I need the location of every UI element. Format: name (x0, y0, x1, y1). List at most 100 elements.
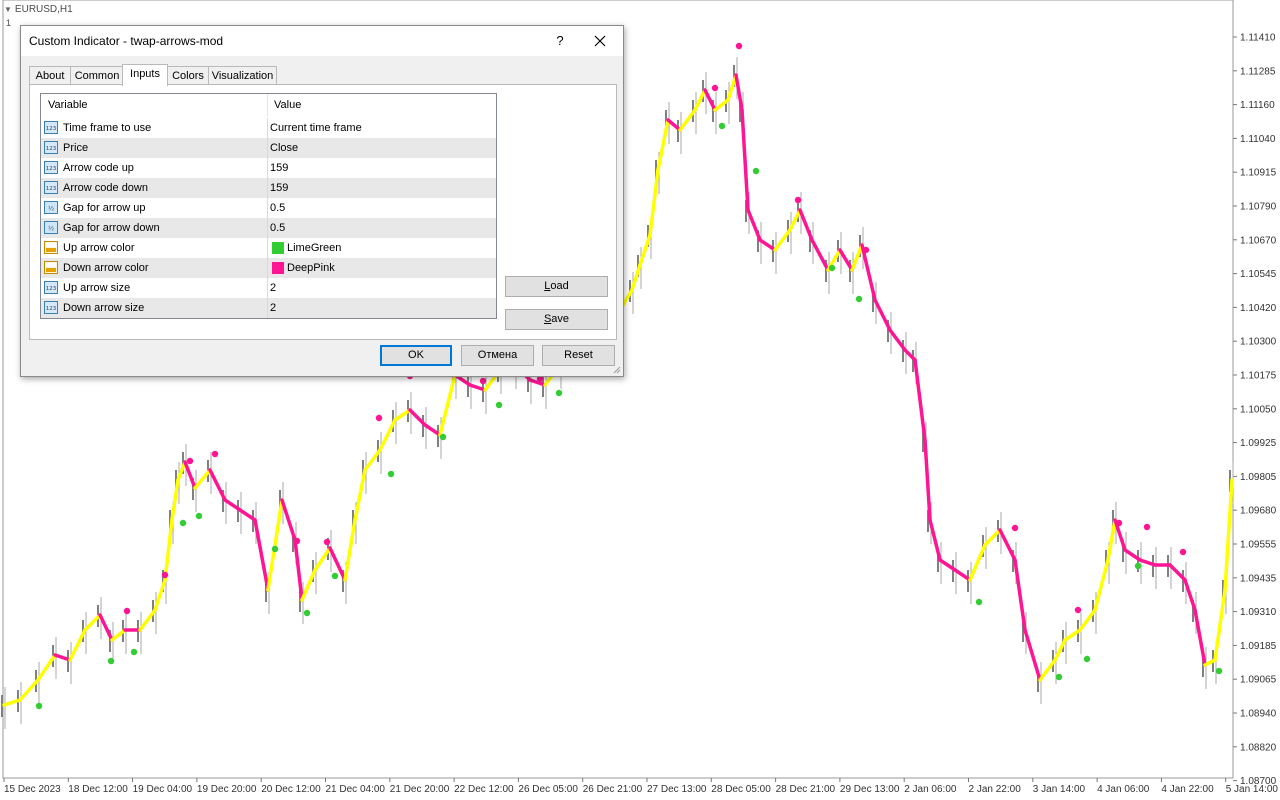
arrow-down-dot (862, 246, 870, 254)
reset-button[interactable]: Reset (542, 345, 615, 366)
price-tick-label: 1.09065 (1240, 675, 1277, 686)
table-row[interactable]: 123 Up arrow size 2 (41, 278, 496, 298)
price-tick-label: 1.10050 (1240, 404, 1277, 415)
variable-value[interactable]: 159 (270, 162, 288, 174)
price-tick-label: 1.08940 (1240, 709, 1277, 720)
price-tick-label: 1.11410 (1240, 33, 1276, 44)
column-header-value[interactable]: Value (274, 99, 301, 111)
svg-text:123: 123 (46, 306, 57, 312)
color-swatch[interactable] (272, 262, 284, 274)
arrow-down-dot (323, 538, 331, 546)
variable-value[interactable]: 2 (270, 302, 276, 314)
tab-colors[interactable]: Colors (167, 66, 209, 85)
time-tick-label: 28 Dec 05:00 (711, 784, 771, 795)
cell-separator (267, 258, 268, 278)
svg-text:½: ½ (48, 225, 54, 233)
ok-button[interactable]: OK (380, 345, 452, 366)
variable-value[interactable]: Close (270, 142, 298, 154)
arrow-up-dot (303, 609, 311, 617)
price-tick-label: 1.10545 (1240, 269, 1277, 280)
twap-line-segment (746, 208, 762, 242)
save-button[interactable]: Save (505, 309, 608, 330)
price-tick-label: 1.10300 (1240, 337, 1277, 348)
twap-line-segment (266, 498, 284, 592)
table-row[interactable]: 123 Down arrow size 2 (41, 298, 496, 318)
cancel-button[interactable]: Отмена (461, 345, 534, 366)
twap-line-segment (740, 108, 750, 212)
int-icon: 123 (44, 121, 58, 134)
svg-text:123: 123 (46, 146, 57, 152)
resize-grip-icon[interactable] (613, 366, 621, 374)
table-row[interactable]: 123 Time frame to use Current time frame (41, 118, 496, 138)
column-header-variable[interactable]: Variable (48, 99, 88, 111)
arrow-down-dot (186, 457, 194, 465)
twap-line-segment (280, 498, 297, 542)
tab-visualization[interactable]: Visualization (208, 66, 277, 85)
twap-line-segment (438, 373, 457, 437)
custom-indicator-dialog: Custom Indicator - twap-arrows-mod ? Abo… (20, 25, 624, 377)
cell-separator (267, 278, 268, 298)
variable-name: Arrow code up (63, 162, 134, 174)
close-button[interactable] (589, 30, 611, 52)
twap-line-segment (343, 518, 357, 582)
load-button[interactable]: Load (505, 276, 608, 297)
variable-value[interactable]: 0.5 (270, 222, 285, 234)
twap-line-segment (163, 518, 174, 582)
variable-value[interactable]: 0.5 (270, 202, 285, 214)
arrow-up-dot (1083, 655, 1091, 663)
arrow-down-dot (293, 537, 301, 545)
variable-name: Up arrow size (63, 282, 131, 294)
inputs-grid: Variable Value 123 Time frame to use Curre… (40, 93, 497, 319)
arrow-up-dot (271, 545, 279, 553)
table-row[interactable]: ½ Gap for arrow up 0.5 (41, 198, 496, 218)
color-icon (44, 261, 58, 274)
time-tick-label: 26 Dec 21:00 (583, 784, 643, 795)
twap-line-segment (36, 653, 57, 682)
time-tick-label: 15 Dec 2023 (4, 784, 61, 795)
time-tick-label: 20 Dec 12:00 (261, 784, 321, 795)
variable-value[interactable]: DeepPink (287, 262, 335, 274)
arrow-down-dot (711, 84, 719, 92)
price-tick-label: 1.10420 (1240, 303, 1277, 314)
svg-text:123: 123 (46, 186, 57, 192)
tab-common[interactable]: Common (70, 66, 124, 85)
table-row[interactable]: 123 Arrow code up 159 (41, 158, 496, 178)
column-separator (267, 94, 268, 116)
table-row[interactable]: 123 Price Close (41, 138, 496, 158)
price-tick-label: 1.09310 (1240, 607, 1277, 618)
twap-line-segment (648, 168, 660, 237)
tab-inputs[interactable]: Inputs (122, 64, 168, 86)
arrow-down-dot (479, 377, 487, 385)
arrow-up-dot (35, 702, 43, 710)
arrow-up-dot (331, 572, 339, 580)
table-row[interactable]: 123 Arrow code down 159 (41, 178, 496, 198)
double-icon: ½ (44, 201, 58, 214)
tab-about[interactable]: About (29, 66, 71, 85)
variable-name: Up arrow color (63, 242, 135, 254)
variable-value[interactable]: 159 (270, 182, 288, 194)
arrow-up-dot (1215, 667, 1223, 675)
subwindow-label: 1 (6, 18, 12, 28)
table-row[interactable]: Down arrow color DeepPink (41, 258, 496, 278)
table-row[interactable]: Up arrow color LimeGreen (41, 238, 496, 258)
arrow-up-dot (855, 295, 863, 303)
variable-name: Arrow code down (63, 182, 148, 194)
help-button[interactable]: ? (551, 31, 569, 51)
price-tick-label: 1.09925 (1240, 438, 1277, 449)
twap-line-segment (923, 438, 932, 522)
color-swatch[interactable] (272, 242, 284, 254)
time-tick-label: 4 Jan 22:00 (1161, 784, 1214, 795)
dialog-titlebar[interactable]: Custom Indicator - twap-arrows-mod ? (21, 26, 623, 56)
table-row[interactable]: ½ Gap for arrow down 0.5 (41, 218, 496, 238)
time-tick-label: 4 Jan 06:00 (1097, 784, 1150, 795)
twap-line-segment (253, 518, 270, 592)
save-label: ave (551, 313, 570, 325)
variable-value[interactable]: Current time frame (270, 122, 362, 134)
time-tick-label: 22 Dec 12:00 (454, 784, 514, 795)
variable-value[interactable]: 2 (270, 282, 276, 294)
twap-line-segment (208, 468, 227, 502)
dialog-title: Custom Indicator - twap-arrows-mod (29, 34, 224, 48)
time-tick-label: 5 Jan 14:00 (1226, 784, 1279, 795)
twap-line-segment (1213, 588, 1227, 662)
variable-value[interactable]: LimeGreen (287, 242, 341, 254)
